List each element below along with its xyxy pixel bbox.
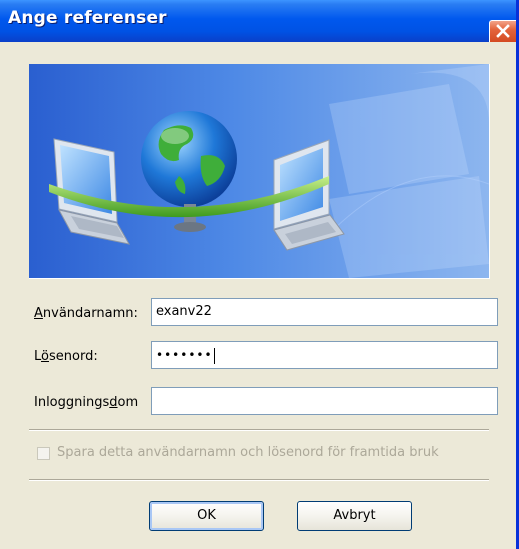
title-bar[interactable]: Ange referenser xyxy=(0,0,516,42)
username-input[interactable]: exanv22 xyxy=(151,298,498,326)
domain-input[interactable] xyxy=(151,387,498,415)
password-accesskey: ö xyxy=(41,349,49,364)
close-icon xyxy=(496,24,510,38)
username-label: Användarnamn: xyxy=(34,306,138,321)
network-banner-image xyxy=(29,64,490,279)
password-masked-value: ••••••• xyxy=(156,348,213,362)
ok-button[interactable]: OK xyxy=(149,501,264,531)
password-label: Lösenord: xyxy=(34,349,98,364)
separator-top xyxy=(29,429,489,431)
domain-accesskey: d xyxy=(109,395,118,410)
separator-bottom xyxy=(29,479,489,481)
password-input[interactable]: ••••••• xyxy=(151,341,498,369)
network-globe-illustration xyxy=(29,64,489,278)
close-button[interactable] xyxy=(489,20,516,42)
credentials-dialog: Ange referenser Användarnamn: exanv22 Lö… xyxy=(0,0,519,549)
domain-label: Inloggningsdom xyxy=(34,395,139,410)
text-caret xyxy=(213,347,215,364)
username-label-rest: nvändarnamn: xyxy=(42,306,138,321)
save-credentials-checkbox[interactable] xyxy=(37,447,50,460)
dialog-title: Ange referenser xyxy=(8,8,167,28)
save-credentials-label[interactable]: Spara detta användarnamn och lösenord fö… xyxy=(57,445,439,460)
cancel-button[interactable]: Avbryt xyxy=(297,501,412,531)
username-value: exanv22 xyxy=(156,304,212,319)
username-accesskey: A xyxy=(34,306,43,321)
